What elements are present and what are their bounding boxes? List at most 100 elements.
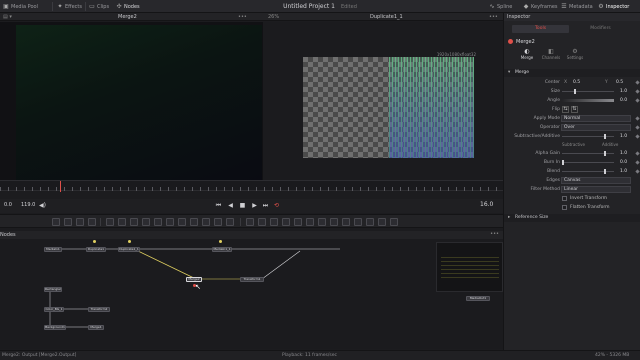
tracker-tool-icon[interactable] <box>202 218 210 226</box>
go-to-start-icon[interactable]: ⏮ <box>215 202 222 209</box>
keyframe-icon[interactable] <box>635 116 640 121</box>
text-tool-icon[interactable] <box>76 218 84 226</box>
node-duplicate1[interactable]: Duplicate1 <box>86 247 106 252</box>
node-transform1[interactable]: Transform1 <box>240 277 264 282</box>
sub-add-slider-knob[interactable] <box>604 134 606 139</box>
center-y-field[interactable]: 0.5 <box>616 79 623 86</box>
end-time-field[interactable]: 119.0 <box>21 202 35 209</box>
viewer-options-icon[interactable]: ▤ ▾ <box>3 14 12 20</box>
center-x-field[interactable]: 0.5 <box>573 79 580 86</box>
flip-horizontal-icon[interactable]: ⇆ <box>562 106 569 113</box>
size-slider-knob[interactable] <box>574 89 576 94</box>
nodes-button[interactable]: ✣ Nodes <box>116 3 139 10</box>
subtab-settings[interactable]: ⚙ Settings <box>564 48 586 60</box>
blend-knob[interactable] <box>604 169 606 174</box>
keyframe-icon[interactable] <box>635 169 640 174</box>
alpha-gain-knob[interactable] <box>604 151 606 156</box>
merge3d-tool-icon[interactable] <box>318 218 326 226</box>
merge-section-header[interactable]: ▾ Merge <box>504 69 640 77</box>
rectangle-tool-icon[interactable] <box>142 218 150 226</box>
keyframe-icon[interactable] <box>635 98 640 103</box>
flip-vertical-icon[interactable]: ⇅ <box>571 106 578 113</box>
light-tool-icon[interactable] <box>294 218 302 226</box>
node-background1[interactable]: Background1 <box>44 325 66 330</box>
viewer-menu-icon[interactable]: ••• <box>238 14 247 20</box>
node-mediain1[interactable]: MediaIn1 <box>44 247 62 252</box>
apply-mode-dropdown[interactable]: Normal <box>561 115 631 122</box>
burn-in-field[interactable]: 0.0 <box>620 159 627 166</box>
clips-button[interactable]: ▭ Clips <box>89 3 109 10</box>
subtab-merge[interactable]: ◐ Merge <box>518 48 536 60</box>
paint-tool-icon[interactable] <box>64 218 72 226</box>
start-time-field[interactable]: 0.0 <box>4 202 12 209</box>
sphere-tool-icon[interactable] <box>354 218 362 226</box>
channel-tool-icon[interactable] <box>226 218 234 226</box>
effects-button[interactable]: ✦ Effects <box>57 3 82 10</box>
node-editor[interactable]: MediaIn1 Duplicate1 Duplicate1_1 MediaIn… <box>0 239 503 349</box>
subtab-channels[interactable]: ◧ Channels <box>540 48 562 60</box>
cube-tool-icon[interactable] <box>342 218 350 226</box>
zoom-level[interactable]: 26% <box>268 14 279 20</box>
keyframe-icon[interactable] <box>635 160 640 165</box>
node-transform2[interactable]: Transform2 <box>88 307 110 312</box>
blend-field[interactable]: 1.0 <box>620 168 627 175</box>
metadata-button[interactable]: ☰ Metadata <box>561 3 592 10</box>
tab-modifiers[interactable]: Modifiers <box>572 25 629 33</box>
node-merge1[interactable]: Merge1 <box>88 325 104 330</box>
keyer-tool-icon[interactable] <box>214 218 222 226</box>
transform-tool-icon[interactable] <box>190 218 198 226</box>
fog-tool-icon[interactable] <box>378 218 386 226</box>
polygon-tool-icon[interactable] <box>106 218 114 226</box>
inspector-button[interactable]: ⚙ Inspector <box>598 3 629 10</box>
renderer-tool-icon[interactable] <box>306 218 314 226</box>
particle-tool-icon[interactable] <box>246 218 254 226</box>
nodes-menu-icon[interactable]: ••• <box>490 231 499 237</box>
angle-dial[interactable] <box>562 99 614 102</box>
media-pool-button[interactable]: ▣ Media Pool <box>3 3 38 10</box>
node-header-row[interactable]: Merge2 <box>504 38 640 46</box>
shape-tool-icon[interactable] <box>270 218 278 226</box>
displace-tool-icon[interactable] <box>390 218 398 226</box>
keyframe-icon[interactable] <box>635 89 640 94</box>
node-rectangle1[interactable]: Rectangle1 <box>44 287 62 292</box>
keyframe-icon[interactable] <box>635 134 640 139</box>
text3d-tool-icon[interactable] <box>366 218 374 226</box>
sub-add-slider[interactable] <box>562 136 614 137</box>
tab-tools[interactable]: Tools <box>512 25 569 33</box>
keyframes-button[interactable]: ◆ Keyframes <box>523 3 558 10</box>
node-duplicate1-1[interactable]: Duplicate1_1 <box>118 247 140 252</box>
edges-dropdown[interactable]: Canvas <box>561 177 631 184</box>
node-color-bg[interactable]: Color_BG_1 <box>44 307 64 312</box>
timeline-ruler[interactable] <box>0 180 503 192</box>
viewer-menu-icon[interactable]: ••• <box>489 14 498 20</box>
ellipse-tool-icon[interactable] <box>130 218 138 226</box>
keyframe-icon[interactable] <box>635 80 640 85</box>
node-minimap[interactable] <box>436 242 503 292</box>
filter-method-dropdown[interactable]: Linear <box>561 186 631 193</box>
current-frame-field[interactable]: 16.0 <box>480 201 493 208</box>
color-tool-icon[interactable] <box>166 218 174 226</box>
background-tool-icon[interactable] <box>52 218 60 226</box>
node-merge2[interactable]: Merge2 <box>186 277 202 282</box>
size-slider[interactable] <box>562 91 614 92</box>
keyframe-icon[interactable] <box>635 151 640 156</box>
blur-tool-icon[interactable] <box>154 218 162 226</box>
flatten-transform-checkbox[interactable] <box>562 205 567 210</box>
play-icon[interactable]: ▶ <box>251 202 258 209</box>
camera-tool-icon[interactable] <box>282 218 290 226</box>
size-field[interactable]: 1.0 <box>620 88 627 95</box>
invert-transform-checkbox[interactable] <box>562 196 567 201</box>
alpha-gain-field[interactable]: 1.0 <box>620 150 627 157</box>
node-mediaout1[interactable]: MediaOut1 <box>466 296 490 301</box>
burn-in-slider[interactable] <box>562 162 614 163</box>
play-reverse-icon[interactable]: ◀ <box>227 202 234 209</box>
reference-size-section[interactable]: ▸ Reference Size <box>504 214 640 222</box>
keyframe-icon[interactable] <box>635 125 640 130</box>
bspline-tool-icon[interactable] <box>118 218 126 226</box>
spline-button[interactable]: ∿ Spline <box>489 3 512 10</box>
brush-tool-icon[interactable] <box>88 218 96 226</box>
emitter-tool-icon[interactable] <box>258 218 266 226</box>
merge-tool-icon[interactable] <box>178 218 186 226</box>
node-mediain1-1[interactable]: MediaIn1_1 <box>212 247 232 252</box>
stop-icon[interactable]: ■ <box>239 202 246 209</box>
